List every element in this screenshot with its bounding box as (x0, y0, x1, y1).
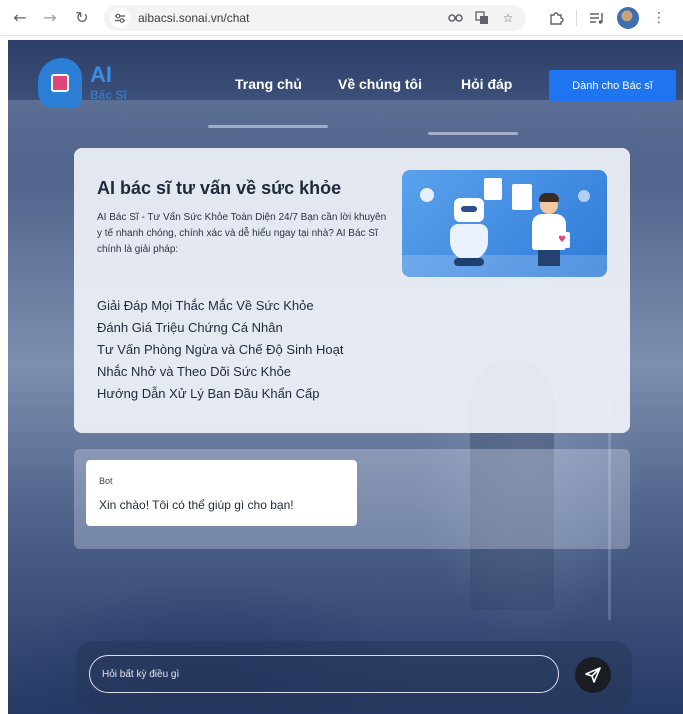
feature-item: Hướng Dẫn Xử Lý Ban Đầu Khẩn Cấp (97, 386, 320, 401)
bot-message-bubble: Bot Xin chào! Tôi có thể giúp gì cho bạn… (86, 460, 357, 526)
robot-doctor-illustration: ♥ (402, 170, 607, 277)
address-bar[interactable]: aibacsi.sonai.vn/chat ☆ (104, 4, 526, 31)
arrow-right-icon[interactable]: → (38, 6, 62, 30)
heart-icon: ♥ (558, 235, 567, 245)
feature-item: Đánh Giá Triệu Chứng Cá Nhân (97, 320, 283, 335)
puzzle-icon[interactable] (544, 6, 568, 30)
browser-toolbar: ← → ↻ aibacsi.sonai.vn/chat ☆ ⋮ (0, 0, 683, 36)
feature-item: Giải Đáp Mọi Thắc Mắc Về Sức Khỏe (97, 298, 314, 313)
site-logo[interactable]: AI Bác Sĩ (38, 58, 158, 114)
translate-icon[interactable] (472, 8, 492, 28)
intro-title: AI bác sĩ tư vấn về sức khỏe (97, 178, 342, 198)
feature-list: Giải Đáp Mọi Thắc Mắc Về Sức Khỏe Đánh G… (97, 295, 344, 405)
kebab-menu-icon[interactable]: ⋮ (647, 6, 671, 30)
send-button[interactable] (575, 657, 611, 693)
profile-avatar[interactable] (617, 6, 639, 29)
reload-icon[interactable]: ↻ (70, 6, 94, 30)
nav-about-link[interactable]: Về chúng tôi (338, 76, 422, 92)
toolbar-divider (576, 9, 577, 26)
nav-home-link[interactable]: Trang chủ (235, 76, 302, 92)
star-icon[interactable]: ☆ (498, 8, 518, 28)
site-settings-icon[interactable] (110, 7, 130, 28)
message-sender: Bot (99, 476, 113, 486)
nav-faq-link[interactable]: Hỏi đáp (461, 76, 512, 92)
brain-chip-icon (38, 58, 82, 108)
logo-subtitle: Bác Sĩ (90, 88, 127, 102)
media-queue-icon[interactable] (585, 6, 609, 30)
send-paper-plane-icon (585, 667, 601, 683)
intro-description: AI Bác Sĩ - Tư Vấn Sức Khỏe Toàn Diện 24… (97, 212, 387, 255)
chat-history: Bot Xin chào! Tôi có thể giúp gì cho bạn… (74, 449, 630, 549)
feature-item: Tư Vấn Phòng Ngừa và Chế Độ Sinh Hoạt (97, 342, 344, 357)
for-doctors-button[interactable]: Dành cho Bác sĩ (549, 70, 676, 102)
page-viewport: AI Bác Sĩ Trang chủ Về chúng tôi Hỏi đáp… (8, 40, 683, 714)
chat-input-bar (76, 641, 632, 711)
background-light (428, 132, 518, 135)
background-light (208, 125, 328, 128)
chat-input[interactable] (89, 655, 559, 693)
arrow-left-icon[interactable]: ← (8, 6, 32, 30)
intro-card: AI bác sĩ tư vấn về sức khỏe AI Bác Sĩ -… (74, 148, 630, 433)
url-text[interactable]: aibacsi.sonai.vn/chat (138, 11, 440, 25)
message-text: Xin chào! Tôi có thể giúp gì cho bạn! (99, 498, 294, 512)
logo-title: AI (90, 62, 112, 87)
password-key-icon[interactable] (446, 8, 466, 28)
feature-item: Nhắc Nhở và Theo Dõi Sức Khỏe (97, 364, 292, 379)
